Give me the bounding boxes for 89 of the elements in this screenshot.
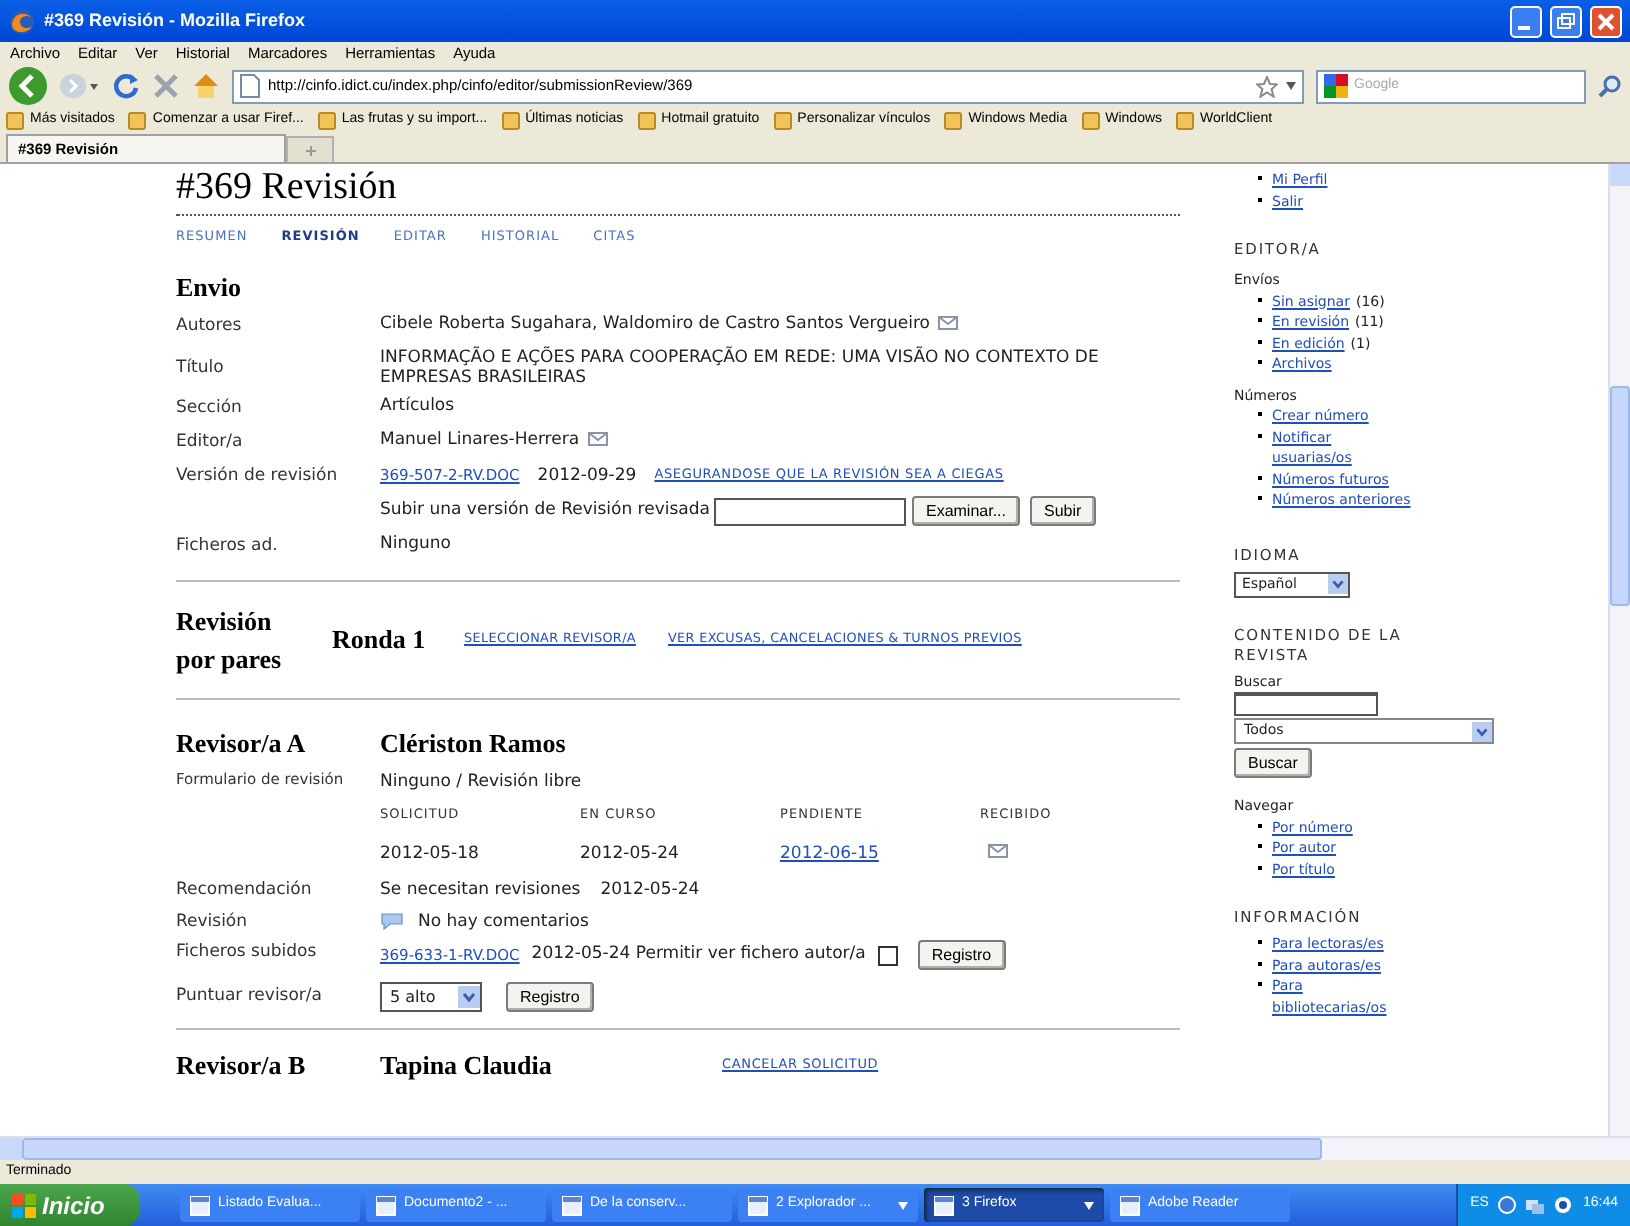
dropdown-arrow-icon — [1328, 574, 1348, 594]
bookmark-icon — [773, 112, 792, 130]
dropdown-icon — [1084, 1201, 1094, 1209]
dropdown-icon[interactable] — [1286, 82, 1296, 90]
field-label: Título — [176, 355, 226, 381]
window-icon — [190, 1195, 210, 1215]
upload-button[interactable]: Subir — [1030, 496, 1096, 527]
field-row-text: Artículos — [380, 396, 457, 416]
speech-bubble-icon[interactable] — [380, 912, 404, 931]
date-text: 2012-05-24 — [600, 877, 700, 903]
field-row-text: INFORMAÇÃO E AÇÕES PARA COOPERAÇÃO EM REDE: UMA VISÃO NO CONTEXTO DE EMPRESAS BRASILEIRAS — [380, 348, 1101, 388]
new-tab-button[interactable] — [286, 136, 334, 162]
browse-button[interactable]: Examinar... — [911, 496, 1020, 527]
minimize-icon[interactable] — [1510, 5, 1542, 37]
field-row: Cibele Roberta Sugahara, Waldomiro de Castro Santos Vergueiro — [380, 314, 1180, 335]
search-button[interactable]: Buscar — [1234, 748, 1312, 778]
page-heading: #369 Revisión — [176, 164, 399, 212]
field-label: Revisión — [176, 909, 250, 935]
bookmark-icon — [128, 112, 147, 130]
reviewer-heading: Revisor/a A — [176, 726, 308, 762]
windows-flag-icon — [12, 1193, 36, 1217]
network-icon[interactable] — [1526, 1196, 1545, 1214]
window-icon — [934, 1195, 954, 1215]
file-input-field[interactable] — [713, 497, 906, 526]
date-text: 2012-05-24 — [580, 842, 679, 868]
window-icon — [376, 1195, 396, 1215]
upload-label: Subir una versión de Revisión revisada — [380, 498, 710, 525]
field-value: Se necesitan revisiones — [380, 877, 581, 903]
search-input-field[interactable] — [1234, 692, 1378, 716]
reload-icon[interactable] — [112, 72, 140, 100]
field-label: Autores — [176, 314, 244, 340]
forward-icon[interactable] — [60, 72, 100, 100]
back-icon[interactable] — [8, 66, 48, 106]
home-icon[interactable] — [192, 72, 220, 100]
bookmark-icon — [637, 112, 656, 130]
horizontal-scrollbar[interactable] — [0, 1136, 1630, 1160]
round-heading: Ronda 1 — [332, 622, 428, 659]
bookmark-icon — [6, 112, 24, 130]
reviewer-heading: Revisor/a B — [176, 1048, 308, 1085]
window-icon — [562, 1195, 582, 1215]
envelope-icon[interactable] — [937, 316, 958, 331]
bookmark-icon — [1176, 112, 1195, 130]
reviewer-name: Tapina Claudia — [380, 1048, 554, 1085]
record-button[interactable]: Registro — [506, 982, 594, 1013]
received-envelope-icon[interactable] — [988, 844, 1008, 858]
google-icon — [1324, 74, 1348, 98]
rating-select[interactable]: 5 alto — [380, 982, 482, 1013]
field-value: Ninguno / Revisión libre — [380, 769, 582, 795]
window-title: #369 Revisión - Mozilla Firefox — [44, 7, 308, 34]
record-button[interactable]: Registro — [917, 940, 1006, 971]
bookmark-icon — [501, 112, 520, 130]
bookmark-icon — [1081, 112, 1100, 130]
date-text: 2012-05-18 — [380, 842, 479, 868]
field-label: Puntuar revisor/a — [176, 984, 325, 1011]
field-row: Manuel Linares-Herrera — [380, 429, 1180, 450]
tray-icon[interactable] — [1498, 1196, 1517, 1214]
section-heading: Envio — [176, 269, 244, 306]
start-button[interactable]: Inicio — [0, 1184, 140, 1226]
field-label: Recomendación — [176, 877, 314, 903]
field-label: Versión de revisión — [176, 463, 340, 489]
window-icon — [748, 1195, 768, 1215]
field-label: Ficheros ad. — [176, 534, 280, 560]
field-row-text: Ninguno — [380, 534, 453, 555]
star-icon[interactable] — [1256, 75, 1278, 97]
permission-text: 2012-05-24 Permitir ver fichero autor/a — [531, 942, 866, 969]
envelope-icon[interactable] — [587, 431, 608, 446]
section-heading: Revisión por pares — [176, 604, 284, 678]
restore-icon[interactable] — [1550, 5, 1582, 37]
bookmark-icon — [944, 112, 963, 130]
dropdown-icon — [898, 1201, 908, 1209]
dropdown-arrow-icon — [1472, 721, 1492, 741]
tray-icon[interactable] — [1554, 1196, 1573, 1214]
bookmark-icon — [317, 112, 336, 130]
window-icon — [1120, 1195, 1140, 1215]
due-date-link[interactable]: 2012-06-15 — [780, 842, 879, 868]
reviewer-name: Clériston Ramos — [380, 726, 568, 762]
close-icon[interactable] — [1590, 5, 1622, 37]
firefox-logo-icon — [8, 7, 36, 35]
page-icon — [240, 74, 260, 98]
search-icon[interactable] — [1598, 74, 1622, 98]
field-label: Ficheros subidos — [176, 940, 319, 966]
checkbox[interactable] — [877, 945, 898, 966]
plus-icon — [305, 145, 315, 155]
field-label: Editor/a — [176, 429, 245, 455]
stop-icon[interactable] — [152, 72, 180, 100]
field-value: No hay comentarios — [418, 909, 589, 935]
vertical-scrollbar[interactable] — [1608, 164, 1630, 1136]
date-text: 2012-09-29 — [537, 463, 637, 489]
field-label: Sección — [176, 396, 244, 422]
